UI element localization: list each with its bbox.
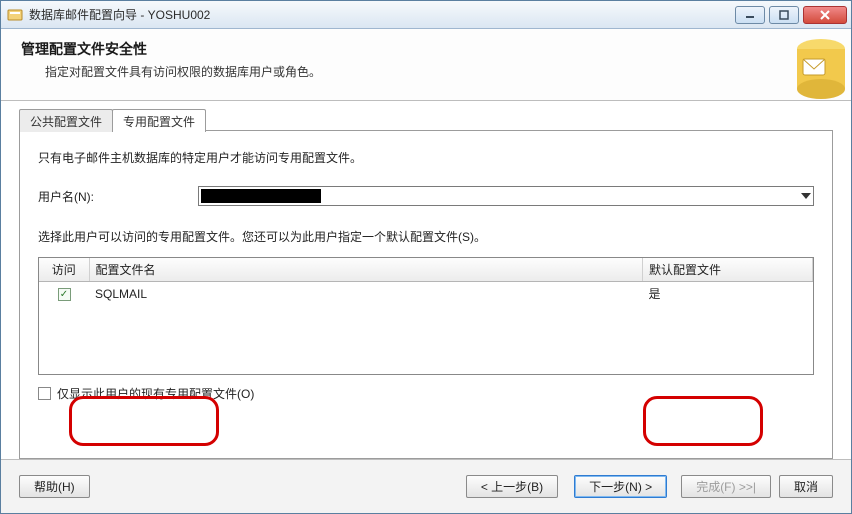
help-button[interactable]: 帮助(H) [19, 475, 90, 498]
window-controls [735, 6, 847, 24]
username-value [201, 189, 321, 203]
profile-table: 访问 配置文件名 默认配置文件 ✓ SQLMAIL 是 [38, 257, 814, 375]
next-button[interactable]: 下一步(N) > [574, 475, 667, 498]
finish-button: 完成(F) >>| [681, 475, 771, 498]
minimize-button[interactable] [735, 6, 765, 24]
tab-public-profile[interactable]: 公共配置文件 [19, 109, 113, 132]
username-row: 用户名(N): [38, 186, 814, 206]
window-title: 数据库邮件配置向导 - YOSHU002 [29, 6, 735, 23]
titlebar: 数据库邮件配置向导 - YOSHU002 [1, 1, 851, 29]
wizard-footer: 帮助(H) < 上一步(B) 下一步(N) > 完成(F) >>| 取消 [1, 459, 851, 513]
cancel-button[interactable]: 取消 [779, 475, 833, 498]
default-profile-cell[interactable]: 是 [643, 282, 813, 306]
app-icon [7, 7, 23, 23]
col-header-default[interactable]: 默认配置文件 [643, 258, 813, 282]
page-subtitle: 指定对配置文件具有访问权限的数据库用户或角色。 [45, 63, 321, 80]
access-checkbox[interactable]: ✓ [58, 288, 71, 301]
show-only-label: 仅显示此用户的现有专用配置文件(O) [57, 385, 254, 402]
wizard-header: 管理配置文件安全性 指定对配置文件具有访问权限的数据库用户或角色。 [1, 29, 851, 101]
select-instruction: 选择此用户可以访问的专用配置文件。您还可以为此用户指定一个默认配置文件(S)。 [38, 228, 814, 245]
header-graphic [761, 29, 851, 101]
show-only-checkbox[interactable] [38, 387, 51, 400]
close-button[interactable] [803, 6, 847, 24]
info-text: 只有电子邮件主机数据库的特定用户才能访问专用配置文件。 [38, 149, 814, 166]
annotation-right [643, 396, 763, 446]
content-area: 公共配置文件 专用配置文件 只有电子邮件主机数据库的特定用户才能访问专用配置文件… [1, 101, 851, 459]
username-label: 用户名(N): [38, 188, 198, 205]
annotation-left [69, 396, 219, 446]
back-button[interactable]: < 上一步(B) [466, 475, 558, 498]
col-header-access[interactable]: 访问 [39, 258, 89, 282]
dropdown-arrow-icon [801, 193, 811, 199]
table-row[interactable]: ✓ SQLMAIL 是 [39, 282, 813, 306]
col-header-name[interactable]: 配置文件名 [89, 258, 643, 282]
tab-private-profile[interactable]: 专用配置文件 [112, 109, 206, 132]
tab-panel-private: 只有电子邮件主机数据库的特定用户才能访问专用配置文件。 用户名(N): 选择此用… [19, 130, 833, 459]
tabstrip: 公共配置文件 专用配置文件 [19, 109, 833, 131]
page-title: 管理配置文件安全性 [21, 39, 147, 59]
profile-name-cell: SQLMAIL [89, 282, 643, 306]
show-only-row: 仅显示此用户的现有专用配置文件(O) [38, 385, 814, 402]
maximize-button[interactable] [769, 6, 799, 24]
username-dropdown[interactable] [198, 186, 814, 206]
wizard-window: 数据库邮件配置向导 - YOSHU002 管理配置文件安全性 指定对配置文件具有… [0, 0, 852, 514]
